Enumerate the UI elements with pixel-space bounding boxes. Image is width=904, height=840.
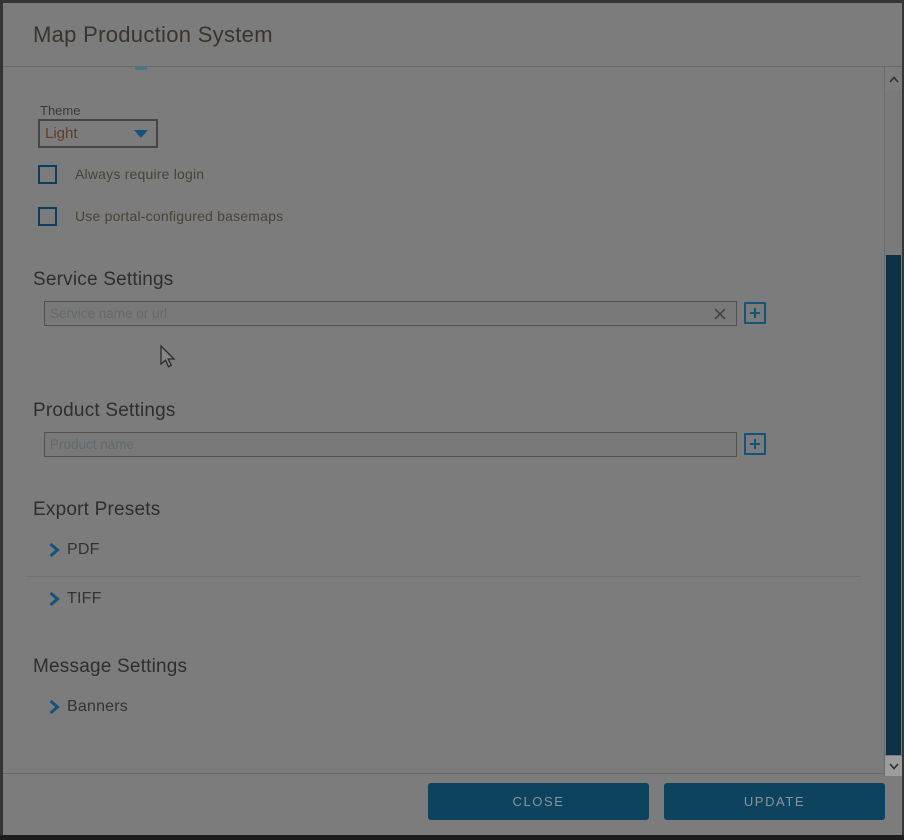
close-icon: [713, 307, 727, 321]
chevron-right-icon: [48, 542, 60, 558]
use-portal-basemaps-checkbox[interactable]: [38, 207, 57, 226]
footer-divider: [0, 773, 904, 774]
expander-tiff-label: TIFF: [67, 590, 102, 608]
scroll-down-button[interactable]: [885, 756, 902, 776]
plus-icon: [749, 307, 761, 319]
always-require-login-label: Always require login: [75, 166, 204, 182]
dialog-title: Map Production System: [33, 22, 273, 48]
expander-pdf-label: PDF: [67, 541, 100, 559]
clear-service-input-button[interactable]: [710, 304, 730, 324]
window-border-top: [0, 0, 904, 3]
mouse-cursor: [157, 344, 177, 370]
message-settings-title: Message Settings: [33, 656, 187, 678]
add-product-button[interactable]: [744, 433, 766, 455]
map-production-system-dialog: Map Production System Theme Light Always…: [0, 0, 904, 840]
caret-down-icon: [134, 130, 148, 138]
update-button[interactable]: UPDATE: [664, 783, 885, 820]
scrollbar[interactable]: [884, 67, 902, 776]
window-border-left: [0, 0, 3, 840]
theme-label: Theme: [40, 103, 80, 118]
chevron-right-icon: [48, 699, 60, 715]
window-border-bottom: [0, 835, 904, 840]
add-service-button[interactable]: [744, 302, 766, 324]
use-portal-basemaps-label: Use portal-configured basemaps: [75, 208, 283, 224]
theme-select-value: Light: [45, 125, 134, 142]
cropped-control-fragment: [135, 67, 147, 70]
expander-tiff[interactable]: TIFF: [48, 590, 102, 608]
always-require-login-checkbox[interactable]: [38, 165, 57, 184]
preset-divider: [25, 576, 861, 577]
chevron-right-icon: [48, 591, 60, 607]
product-name-input[interactable]: [44, 432, 737, 457]
expander-banners[interactable]: Banners: [48, 698, 128, 716]
product-settings-title: Product Settings: [33, 400, 176, 422]
expander-banners-label: Banners: [67, 698, 128, 716]
service-settings-title: Service Settings: [33, 269, 174, 291]
theme-select[interactable]: Light: [38, 119, 158, 148]
scroll-thumb[interactable]: [886, 255, 901, 755]
chevron-down-icon: [889, 763, 899, 770]
export-presets-title: Export Presets: [33, 499, 160, 521]
chevron-up-icon: [889, 76, 899, 83]
expander-pdf[interactable]: PDF: [48, 541, 100, 559]
close-button[interactable]: CLOSE: [428, 783, 649, 820]
plus-icon: [749, 438, 761, 450]
scroll-up-button[interactable]: [885, 67, 902, 91]
service-name-input[interactable]: [44, 301, 737, 326]
